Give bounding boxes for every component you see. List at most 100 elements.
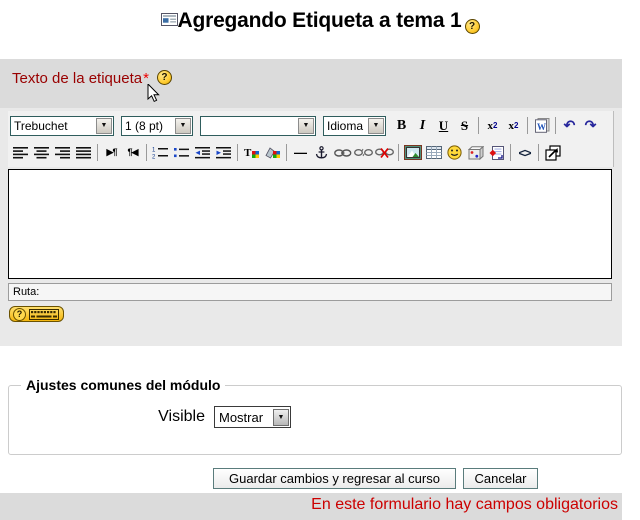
- background-color-icon: [265, 146, 281, 160]
- field-label: Texto de la etiqueta: [12, 70, 142, 87]
- visible-label: Visible: [19, 408, 205, 426]
- nolink-document-icon: [489, 146, 504, 160]
- justify-full-button[interactable]: [73, 142, 94, 163]
- link-icon: [334, 148, 352, 158]
- editor-content-area[interactable]: [8, 169, 612, 279]
- horizontal-rule-button[interactable]: —: [290, 142, 311, 163]
- insert-table-button[interactable]: [423, 142, 444, 163]
- justify-right-icon: [55, 147, 71, 159]
- toolbar-separator: [555, 117, 556, 134]
- subscript-button[interactable]: x2: [482, 115, 503, 136]
- toolbar-separator: [398, 144, 399, 161]
- font-select[interactable]: Trebuchet ▼: [10, 116, 114, 136]
- field-help-icon[interactable]: ?: [157, 70, 172, 85]
- toolbar-row-2: ▶¶ ¶◀ 12: [10, 139, 611, 166]
- enlarge-editor-button[interactable]: [542, 142, 563, 163]
- unlink-button[interactable]: [353, 142, 374, 163]
- chevron-down-icon: ▼: [96, 118, 112, 134]
- toolbar-separator: [510, 144, 511, 161]
- keyboard-icon: [29, 309, 59, 320]
- insert-smiley-button[interactable]: [444, 142, 465, 163]
- clean-word-html-button[interactable]: W: [531, 115, 552, 136]
- svg-text:W: W: [537, 122, 546, 132]
- underline-button[interactable]: U: [433, 115, 454, 136]
- font-color-button[interactable]: T: [241, 142, 262, 163]
- language-select[interactable]: Idioma ▼: [323, 116, 386, 136]
- editor-toolbar: Trebuchet ▼ 1 (8 pt) ▼ ▼ Idioma ▼ B I U: [8, 111, 614, 167]
- nolink-tag-button[interactable]: [486, 142, 507, 163]
- image-icon: [404, 145, 422, 160]
- font-select-value: Trebuchet: [11, 119, 95, 133]
- anchor-icon: [315, 146, 328, 159]
- question-mark-icon: ?: [13, 308, 26, 321]
- justify-full-icon: [76, 147, 92, 159]
- ordered-list-icon: 12: [152, 146, 169, 159]
- font-size-select[interactable]: 1 (8 pt) ▼: [121, 116, 193, 136]
- justify-right-button[interactable]: [52, 142, 73, 163]
- justify-left-icon: [13, 147, 29, 159]
- svg-text:T: T: [244, 147, 252, 159]
- toolbar-separator: [146, 144, 147, 161]
- toolbar-separator: [538, 144, 539, 161]
- html-source-button[interactable]: <>: [514, 142, 535, 163]
- justify-center-button[interactable]: [31, 142, 52, 163]
- insert-character-button[interactable]: [465, 142, 486, 163]
- visible-select-value: Mostrar: [215, 410, 272, 425]
- unlink-red-x-icon: [375, 147, 394, 159]
- module-settings-legend: Ajustes comunes del módulo: [21, 377, 225, 393]
- toolbar-separator: [286, 144, 287, 161]
- language-select-value: Idioma: [324, 119, 367, 133]
- justify-left-button[interactable]: [10, 142, 31, 163]
- field-header-bar: Texto de la etiqueta* ?: [0, 59, 622, 108]
- unordered-list-button[interactable]: [171, 142, 192, 163]
- indent-button[interactable]: [213, 142, 234, 163]
- redo-button[interactable]: ↷: [580, 115, 601, 136]
- format-select[interactable]: ▼: [200, 116, 316, 136]
- undo-button[interactable]: ↶: [559, 115, 580, 136]
- editor-path-bar: Ruta:: [8, 283, 612, 301]
- font-color-icon: T: [244, 146, 260, 160]
- superscript-button[interactable]: x2: [503, 115, 524, 136]
- page-title: Agregando Etiqueta a tema 1: [178, 9, 462, 33]
- label-module-icon: [161, 13, 178, 31]
- remove-autolink-button[interactable]: [374, 142, 395, 163]
- subscript-number: 2: [493, 121, 497, 130]
- toolbar-separator: [478, 117, 479, 134]
- page-title-row: Agregando Etiqueta a tema 1 ?: [0, 5, 640, 37]
- unordered-list-icon: [173, 146, 190, 159]
- justify-center-icon: [34, 147, 50, 159]
- keyboard-help-button[interactable]: ?: [9, 306, 64, 322]
- insert-link-button[interactable]: [332, 142, 353, 163]
- italic-button[interactable]: I: [412, 115, 433, 136]
- superscript-number: 2: [514, 121, 518, 130]
- required-notice: En este formulario hay campos obligatori…: [311, 496, 618, 513]
- bold-button[interactable]: B: [391, 115, 412, 136]
- toolbar-row-1: Trebuchet ▼ 1 (8 pt) ▼ ▼ Idioma ▼ B I U: [10, 112, 611, 139]
- outdent-icon: [195, 147, 211, 159]
- save-button[interactable]: Guardar cambios y regresar al curso: [213, 468, 456, 489]
- unlink-icon: [354, 147, 373, 158]
- direction-rtl-button[interactable]: ¶◀: [122, 142, 143, 163]
- anchor-button[interactable]: [311, 142, 332, 163]
- strikethrough-button[interactable]: S: [454, 115, 475, 136]
- toolbar-separator: [237, 144, 238, 161]
- outdent-button[interactable]: [192, 142, 213, 163]
- title-help-icon[interactable]: ?: [465, 19, 480, 34]
- table-icon: [426, 146, 442, 159]
- font-size-select-value: 1 (8 pt): [122, 119, 174, 133]
- toolbar-separator: [527, 117, 528, 134]
- direction-ltr-button[interactable]: ▶¶: [101, 142, 122, 163]
- ordered-list-button[interactable]: 12: [150, 142, 171, 163]
- background-color-button[interactable]: [262, 142, 283, 163]
- page: Agregando Etiqueta a tema 1 ? Texto de l…: [0, 0, 640, 520]
- visible-row: Visible Mostrar ▼: [19, 406, 621, 428]
- svg-text:1: 1: [152, 148, 156, 154]
- visible-select[interactable]: Mostrar ▼: [214, 406, 291, 428]
- path-label: Ruta:: [13, 286, 39, 298]
- insert-image-button[interactable]: [402, 142, 423, 163]
- cancel-button[interactable]: Cancelar: [463, 468, 538, 489]
- chevron-down-icon: ▼: [298, 118, 314, 134]
- indent-icon: [216, 147, 232, 159]
- chevron-down-icon: ▼: [368, 118, 384, 134]
- mouse-cursor: [147, 84, 161, 104]
